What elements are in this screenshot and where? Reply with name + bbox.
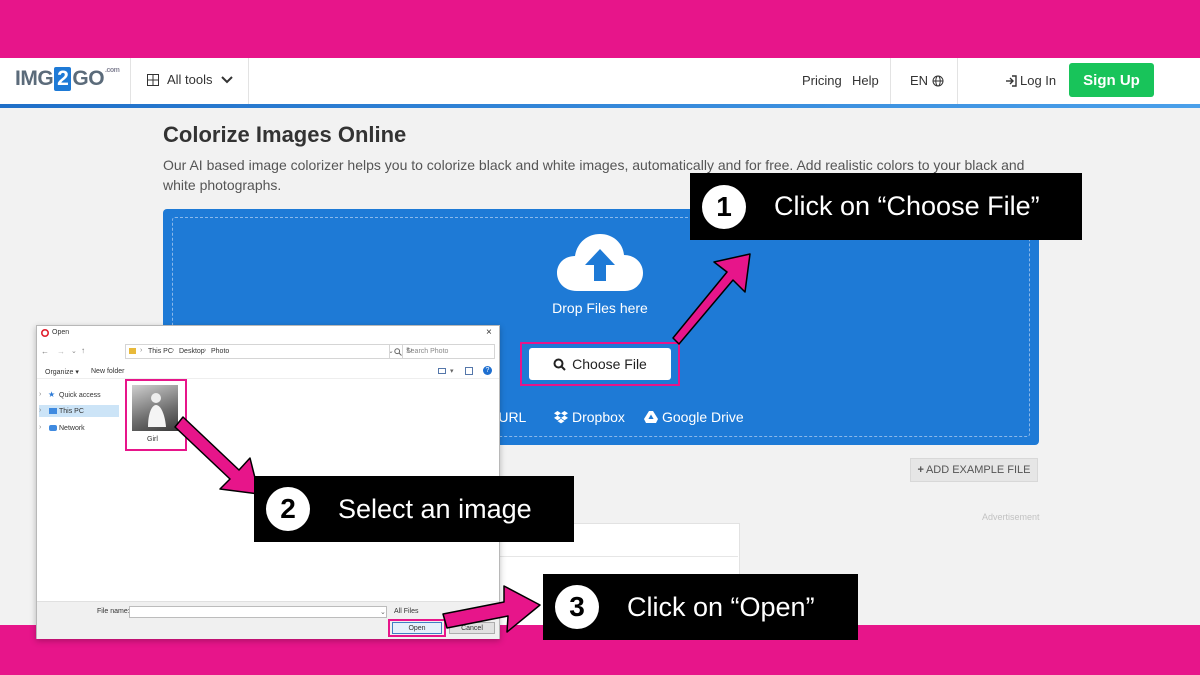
step-2-text: Select an image [338, 493, 532, 524]
step-1-text: Click on “Choose File” [774, 191, 1040, 221]
step-1-number: 1 [702, 184, 746, 229]
arrow-to-open [442, 585, 541, 633]
step-3-number: 3 [555, 585, 599, 629]
callout-step-1: 1 Click on “Choose File” [690, 173, 1082, 240]
arrow-to-image [174, 416, 260, 495]
step-3-text: Click on “Open” [627, 591, 815, 622]
callout-step-2: 2 Select an image [254, 476, 574, 542]
step-2-number: 2 [266, 487, 310, 531]
arrow-to-choose-file [672, 253, 751, 345]
callout-step-3: 3 Click on “Open” [543, 574, 858, 640]
